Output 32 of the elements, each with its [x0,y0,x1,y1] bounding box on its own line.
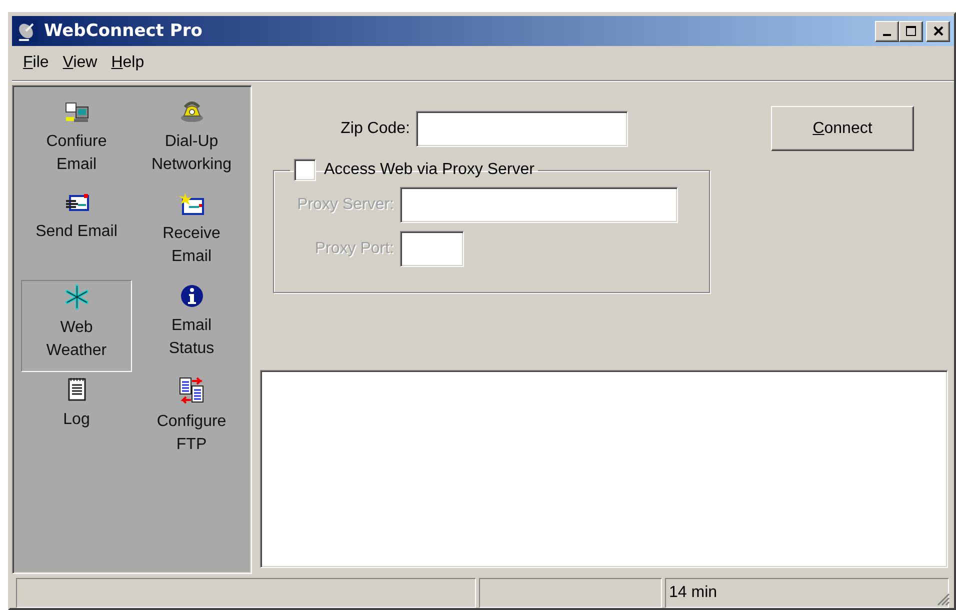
maximize-icon [905,25,917,37]
minimize-icon [883,34,891,36]
sidebar-item[interactable]: Send Email [21,188,132,280]
field-label: Zip Code: [340,120,410,138]
connect-button[interactable]: Connect [771,106,914,151]
status-text: 14 min [669,584,718,602]
notepad-icon [66,376,86,402]
window-title: WebConnect Pro [44,21,204,41]
sidebar-item[interactable]: Log [21,372,132,464]
zip-code-field[interactable] [416,111,628,147]
close-icon [932,26,944,36]
sidebar-item[interactable]: Web Weather [21,280,132,372]
minimize-button[interactable] [875,20,899,42]
snowflake-icon [64,284,90,310]
menu-item[interactable]: File [16,52,56,74]
info-icon [180,284,204,308]
menu-item[interactable]: View [56,52,104,74]
envelope-icon [64,192,90,214]
sidebar-item[interactable]: Confiure Email [21,96,132,188]
maximize-button[interactable] [899,20,923,42]
computer-icon [64,100,90,124]
checkbox[interactable] [294,159,316,181]
sidebar-item[interactable]: Email Status [136,280,247,372]
documents-icon [178,376,206,404]
checkbox-label: Access Web via Proxy Server [324,161,534,179]
sidebar-item[interactable]: Receive Email [136,188,247,280]
envelope-icon [178,192,204,216]
sidebar-item[interactable]: Configure FTP [136,372,247,464]
sidebar-item[interactable]: Dial-Up Networking [136,96,247,188]
close-button[interactable] [926,20,950,42]
telephone-icon [178,100,204,124]
menu-item[interactable]: Help [104,52,152,74]
